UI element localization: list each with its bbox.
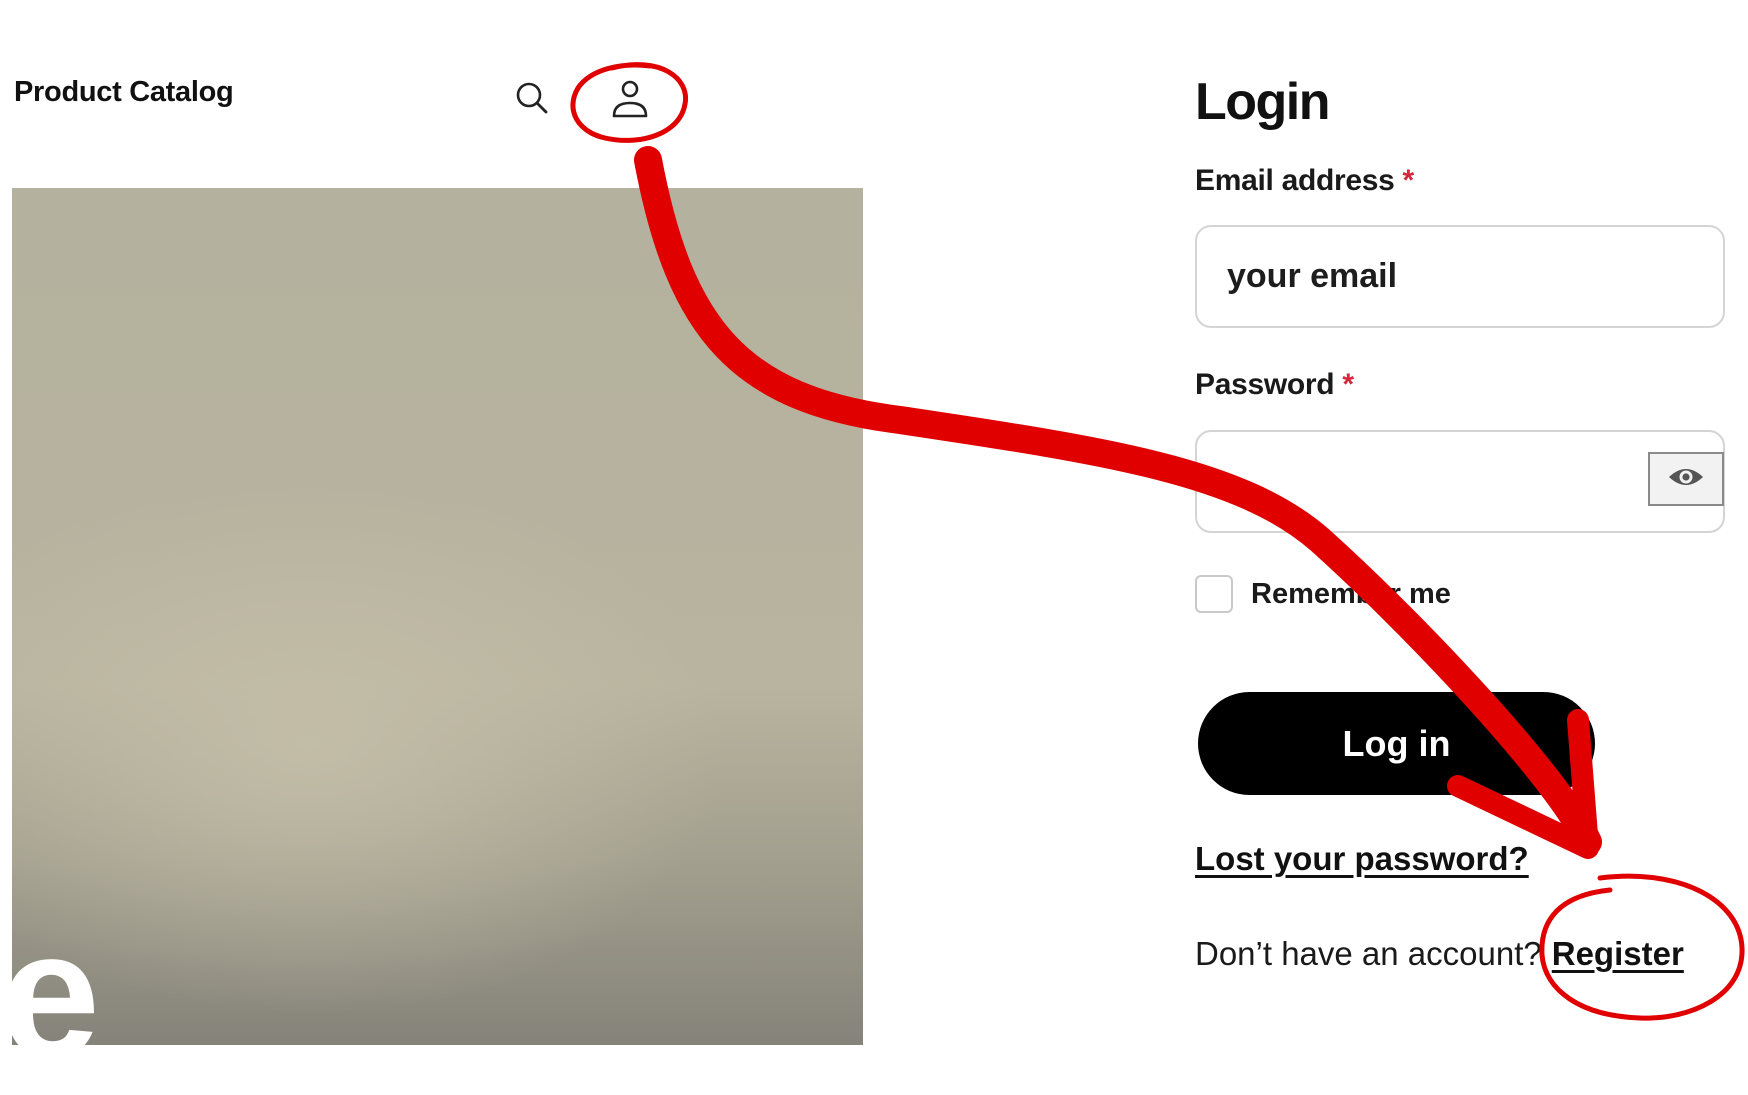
login-title: Login <box>1195 73 1331 131</box>
account-icon[interactable] <box>605 74 655 124</box>
hero-image <box>12 188 863 1045</box>
hero-overlay-text: e <box>0 894 100 1095</box>
email-label-text: Email address <box>1195 164 1395 197</box>
remember-me-label[interactable]: Remember me <box>1251 578 1451 611</box>
email-label: Email address * <box>1195 164 1414 198</box>
site-title[interactable]: Product Catalog <box>14 76 234 109</box>
email-input[interactable] <box>1195 225 1725 328</box>
password-label: Password * <box>1195 368 1354 402</box>
login-button[interactable]: Log in <box>1198 692 1595 795</box>
password-input[interactable] <box>1195 430 1725 533</box>
required-marker: * <box>1402 164 1415 197</box>
eye-icon <box>1667 465 1705 494</box>
show-password-button[interactable] <box>1648 452 1724 506</box>
register-row: Don’t have an account? Register <box>1195 935 1684 973</box>
remember-me-checkbox[interactable] <box>1195 575 1233 613</box>
lost-password-link[interactable]: Lost your password? <box>1195 840 1529 878</box>
no-account-text: Don’t have an account? <box>1195 935 1542 972</box>
required-marker: * <box>1342 368 1354 401</box>
register-link[interactable]: Register <box>1552 935 1684 972</box>
storefront-panel: Product Catalog e <box>0 0 864 1085</box>
remember-me-row: Remember me <box>1195 575 1451 613</box>
search-icon[interactable] <box>510 76 554 120</box>
password-label-text: Password <box>1195 368 1335 401</box>
